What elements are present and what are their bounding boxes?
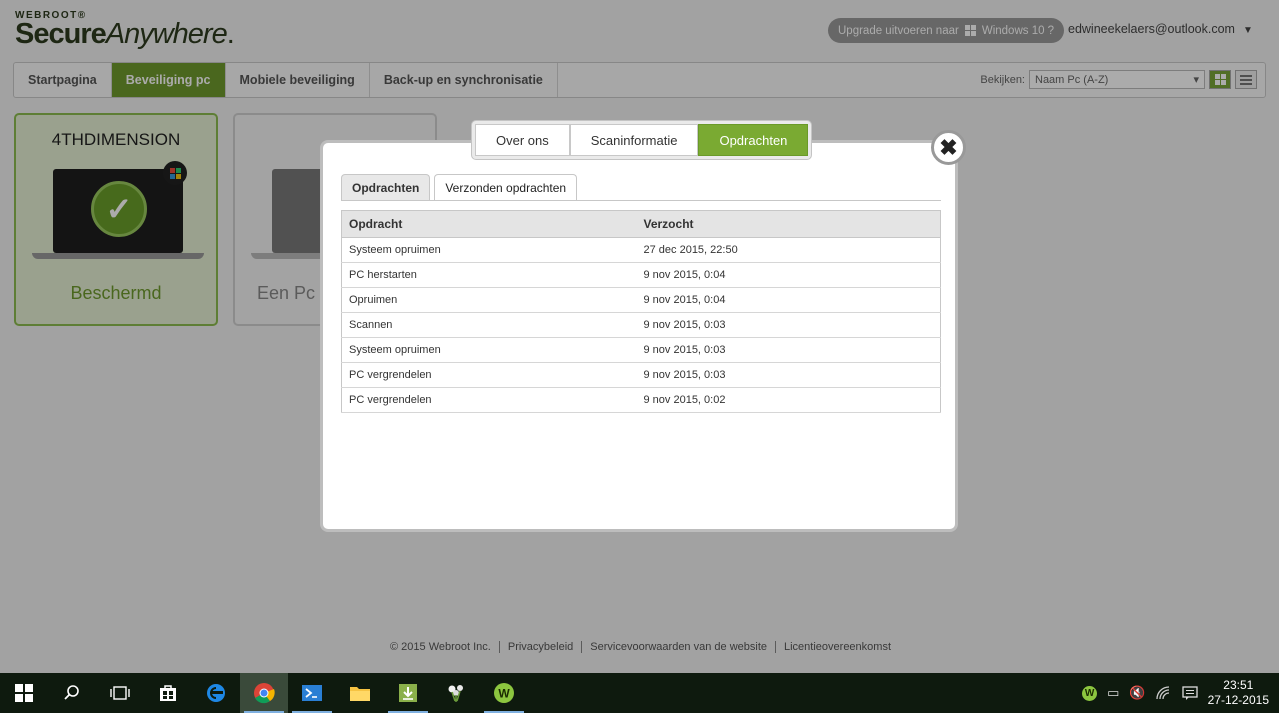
modal-tabs: Over ons Scaninformatie Opdrachten — [471, 120, 813, 160]
device-modal: Opdrachten Verzonden opdrachten Opdracht… — [320, 140, 958, 532]
command-cell: PC vergrendelen — [341, 362, 637, 388]
table-row: Systeem opruimen 9 nov 2015, 0:03 — [341, 337, 941, 363]
clock[interactable]: 23:51 27-12-2015 — [1208, 678, 1269, 708]
battery-icon[interactable]: ▭ — [1107, 685, 1119, 701]
windows-taskbar: W W ▭ 🔇 23:51 27-12-2015 — [0, 673, 1279, 713]
clock-time: 23:51 — [1223, 678, 1254, 692]
edge-button[interactable] — [192, 673, 240, 713]
requested-cell: 9 nov 2015, 0:03 — [636, 337, 941, 363]
windows-start-icon — [15, 684, 33, 702]
requested-cell: 9 nov 2015, 0:02 — [636, 387, 941, 413]
chrome-icon — [254, 683, 275, 704]
search-button[interactable] — [48, 673, 96, 713]
search-icon — [64, 685, 79, 700]
commands-table: Opdracht Verzocht Systeem opruimen 27 dec… — [341, 210, 941, 413]
subtab-opdrachten[interactable]: Opdrachten — [341, 174, 431, 201]
column-header-opdracht: Opdracht — [341, 210, 637, 238]
store-button[interactable] — [144, 673, 192, 713]
command-cell: Scannen — [341, 312, 637, 338]
subtab-verzonden-opdrachten[interactable]: Verzonden opdrachten — [434, 174, 578, 201]
table-row: Scannen 9 nov 2015, 0:03 — [341, 312, 941, 338]
powershell-button[interactable] — [288, 673, 336, 713]
table-row: PC vergrendelen 9 nov 2015, 0:02 — [341, 387, 941, 413]
command-cell: Opruimen — [341, 287, 637, 313]
tab-over-ons[interactable]: Over ons — [475, 124, 570, 156]
requested-cell: 9 nov 2015, 0:04 — [636, 262, 941, 288]
tab-scaninformatie[interactable]: Scaninformatie — [569, 124, 699, 156]
volume-muted-icon[interactable]: 🔇 — [1129, 685, 1145, 701]
tab-opdrachten[interactable]: Opdrachten — [698, 124, 809, 156]
task-view-icon — [110, 686, 130, 700]
svg-text:W: W — [498, 687, 510, 701]
divider — [341, 200, 941, 201]
requested-cell: 9 nov 2015, 0:04 — [636, 287, 941, 313]
table-header-row: Opdracht Verzocht — [341, 210, 941, 238]
file-explorer-button[interactable] — [336, 673, 384, 713]
table-row: Opruimen 9 nov 2015, 0:04 — [341, 287, 941, 313]
table-row: Systeem opruimen 27 dec 2015, 22:50 — [341, 237, 941, 263]
webroot-tray-icon[interactable]: W — [1082, 685, 1098, 701]
requested-cell: 27 dec 2015, 22:50 — [636, 237, 941, 263]
edge-icon — [207, 684, 225, 702]
clock-date: 27-12-2015 — [1207, 693, 1269, 707]
task-view-button[interactable] — [96, 673, 144, 713]
chrome-button[interactable] — [240, 673, 288, 713]
app-button[interactable] — [432, 673, 480, 713]
command-cell: PC herstarten — [341, 262, 637, 288]
system-tray: W ▭ 🔇 23:51 27-12-2015 — [1082, 673, 1279, 713]
requested-cell: 9 nov 2015, 0:03 — [636, 312, 941, 338]
command-cell: PC vergrendelen — [341, 387, 637, 413]
wifi-icon[interactable] — [1155, 686, 1172, 700]
flowers-icon — [448, 685, 463, 702]
command-cell: Systeem opruimen — [341, 337, 637, 363]
table-row: PC vergrendelen 9 nov 2015, 0:03 — [341, 362, 941, 388]
store-icon — [160, 685, 176, 701]
webroot-icon: W — [494, 683, 514, 703]
folder-icon — [350, 687, 370, 701]
requested-cell: 9 nov 2015, 0:03 — [636, 362, 941, 388]
download-icon — [399, 684, 417, 702]
column-header-verzocht: Verzocht — [636, 210, 941, 238]
webroot-taskbar-button[interactable]: W — [480, 673, 528, 713]
table-row: PC herstarten 9 nov 2015, 0:04 — [341, 262, 941, 288]
terminal-icon — [302, 685, 322, 701]
start-button[interactable] — [0, 673, 48, 713]
close-icon[interactable]: ✖ — [931, 130, 966, 165]
command-cell: Systeem opruimen — [341, 237, 637, 263]
notifications-icon[interactable] — [1181, 686, 1198, 700]
download-app-button[interactable] — [384, 673, 432, 713]
modal-subtabs: Opdrachten Verzonden opdrachten — [341, 174, 578, 201]
